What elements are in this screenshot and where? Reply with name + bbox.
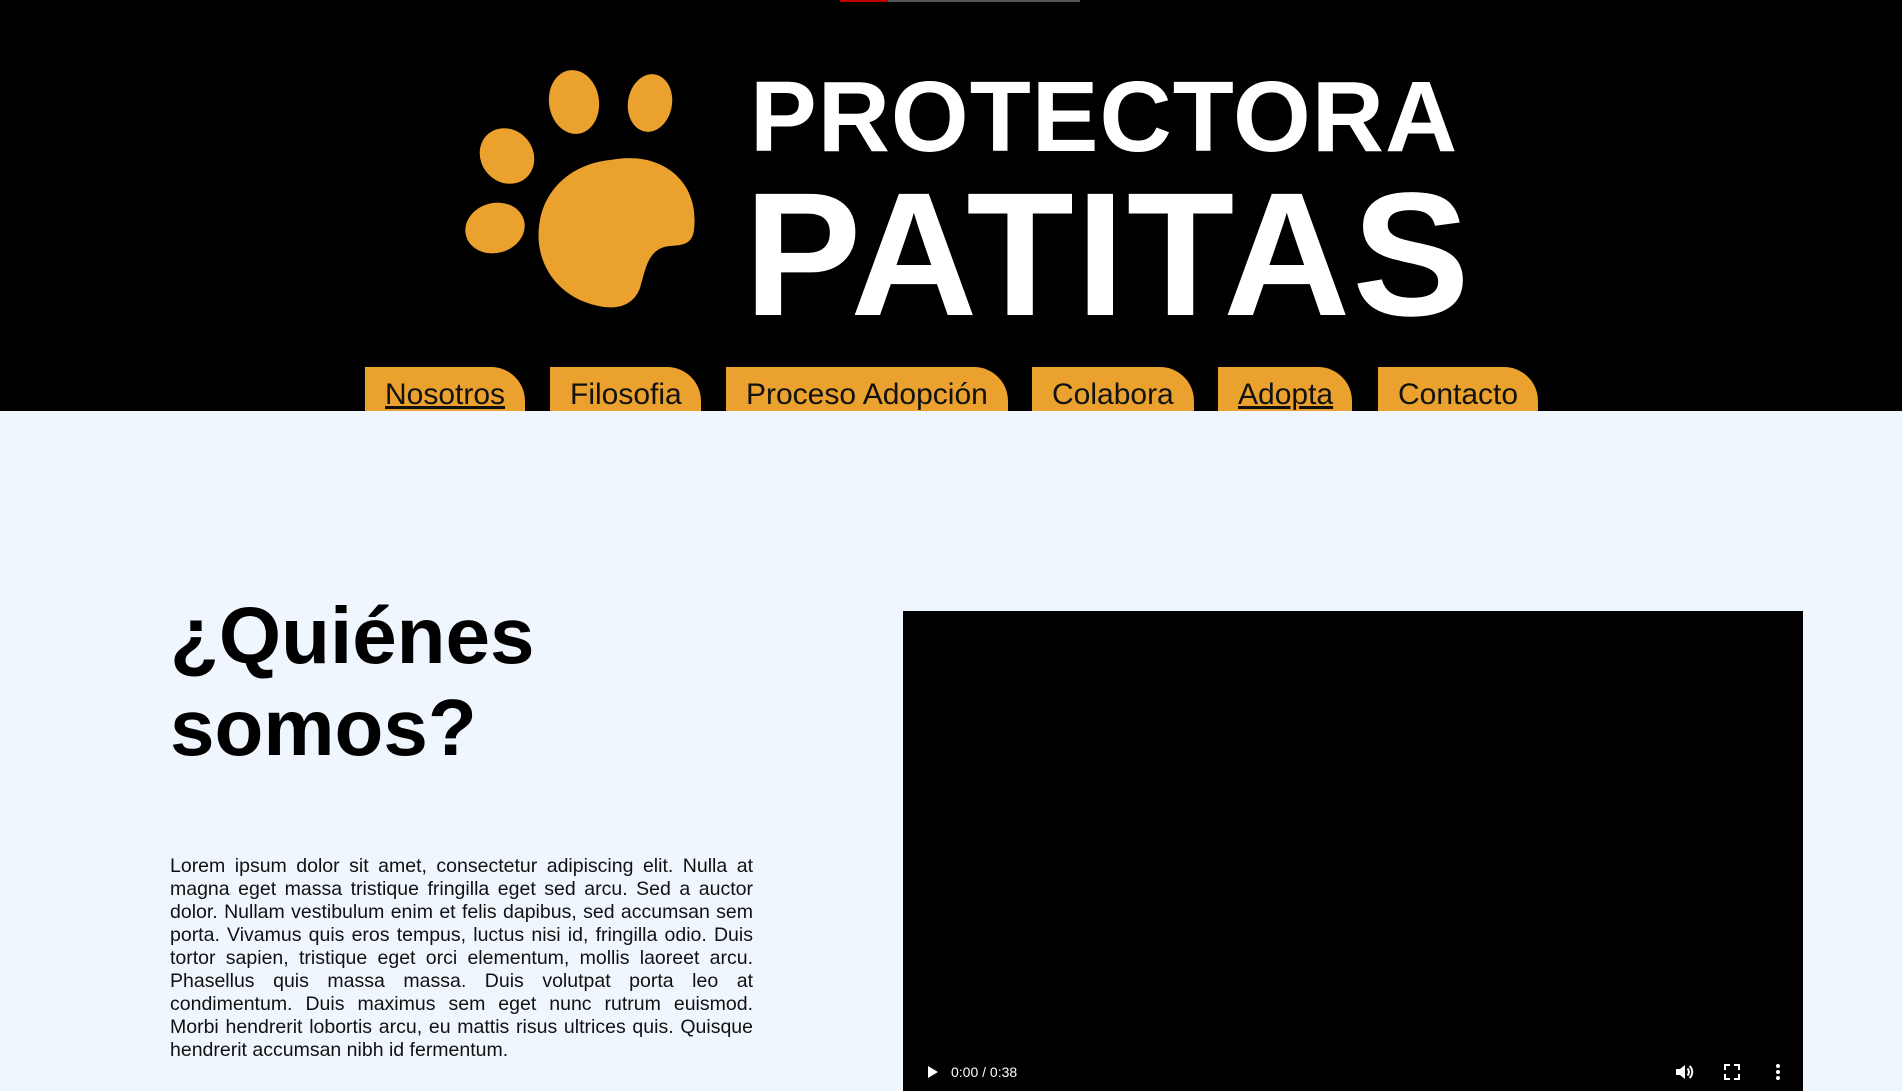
loading-bar: [840, 0, 1080, 2]
nav-tab-contacto[interactable]: Contacto: [1378, 367, 1538, 411]
more-options-icon[interactable]: [1767, 1061, 1789, 1083]
play-icon[interactable]: [923, 1063, 941, 1081]
paw-icon: [465, 70, 695, 308]
volume-icon[interactable]: [1673, 1061, 1695, 1083]
video-time: 0:00 / 0:38: [951, 1064, 1018, 1080]
nav-tab-colabora[interactable]: Colabora: [1032, 367, 1194, 411]
video-player[interactable]: 0:00 / 0:38: [903, 611, 1803, 1091]
nav-tab-adopta[interactable]: Adopta: [1218, 367, 1352, 411]
nav-tab-proceso-adopcion[interactable]: Proceso Adopción: [726, 367, 1008, 411]
about-paragraph: Lorem ipsum dolor sit amet, consectetur …: [170, 855, 753, 1061]
nav-tab-nosotros[interactable]: Nosotros: [365, 367, 525, 411]
main-navigation: Nosotros Filosofia Proceso Adopción Cola…: [0, 367, 1902, 411]
brand-name-line2: PATITAS: [744, 157, 1472, 353]
nav-tab-filosofia[interactable]: Filosofia: [550, 367, 701, 411]
brand-name-line1: PROTECTORA: [750, 61, 1459, 173]
site-logo[interactable]: PROTECTORA PATITAS: [460, 60, 1470, 350]
site-header: PROTECTORA PATITAS Nosotros Filosofia Pr…: [0, 0, 1902, 411]
video-controls-bar: 0:00 / 0:38: [903, 1051, 1803, 1091]
fullscreen-icon[interactable]: [1721, 1061, 1743, 1083]
page-title: ¿Quiénes somos?: [170, 591, 535, 772]
loading-bar-progress: [840, 0, 888, 2]
